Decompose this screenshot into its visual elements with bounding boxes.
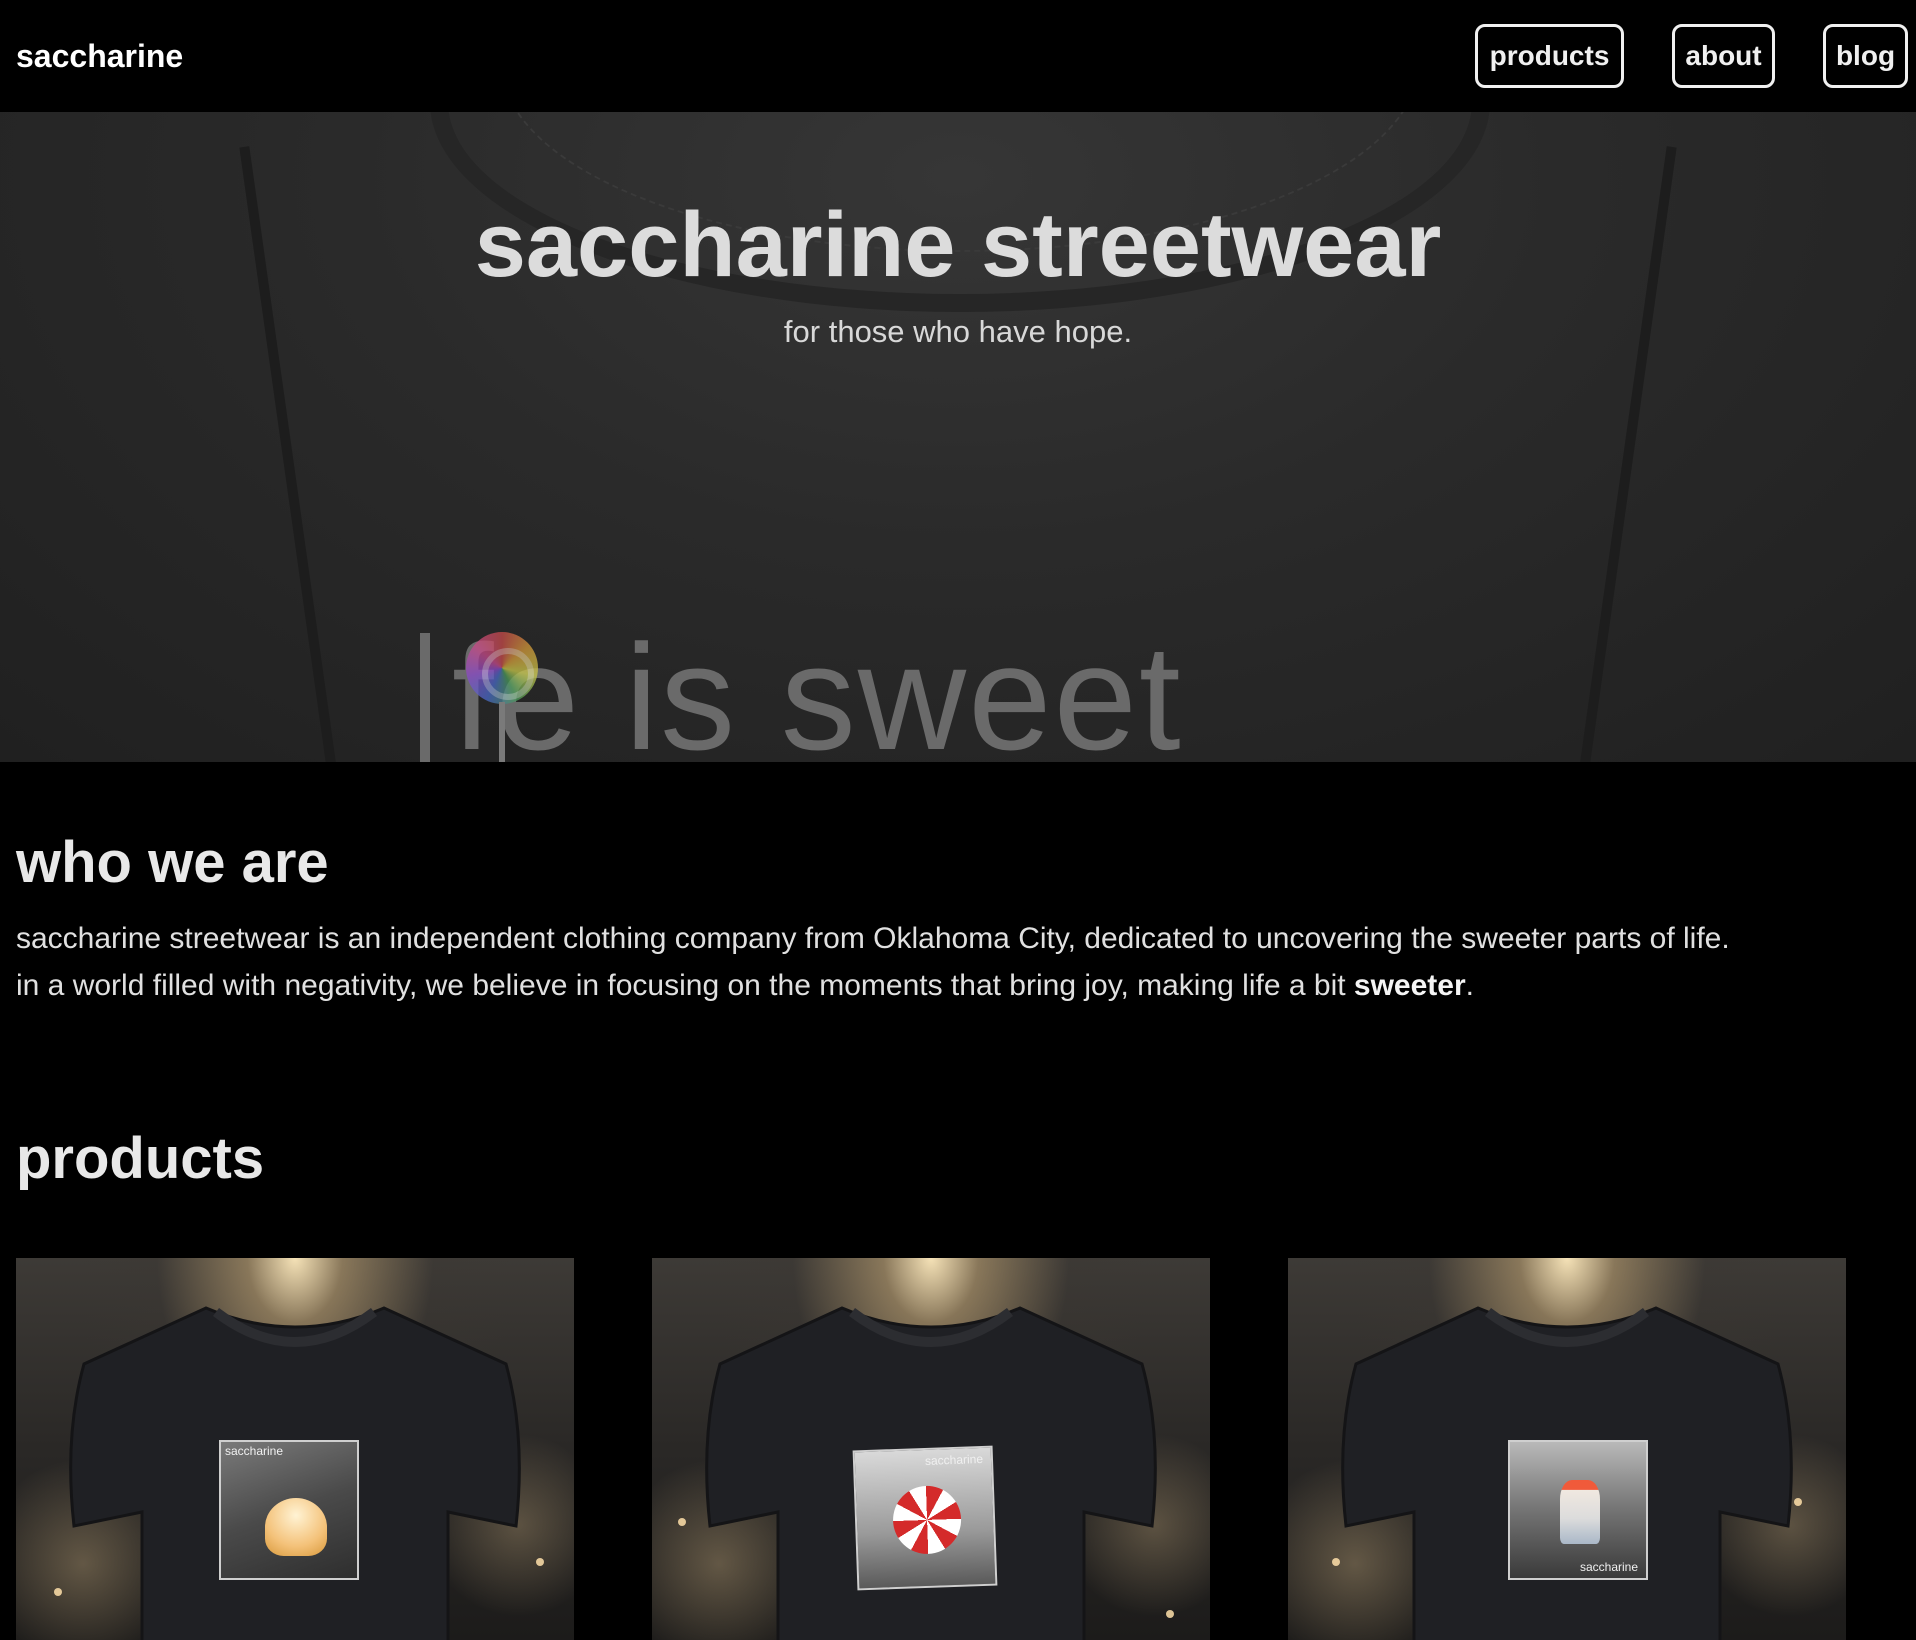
sundae-icon: [1560, 1480, 1600, 1544]
brand-logo[interactable]: saccharine: [16, 36, 183, 76]
nav-blog-button[interactable]: blog: [1823, 24, 1908, 88]
shirt-design-print: saccharine: [1508, 1440, 1648, 1580]
shirt-print-text: fe is sweet: [420, 612, 1420, 762]
cake-icon: [265, 1498, 327, 1556]
product-card[interactable]: saccharine: [1288, 1258, 1846, 1640]
about-text-bold: sweeter: [1353, 969, 1466, 1002]
design-label: saccharine: [225, 1444, 284, 1458]
sparkle-decoration: [536, 1558, 544, 1566]
sparkle-decoration: [1166, 1610, 1174, 1618]
print-letter-l: [420, 633, 430, 762]
product-card[interactable]: saccharine: [652, 1258, 1210, 1640]
about-text-line1: saccharine streetwear is an independent …: [16, 922, 1730, 955]
hero-title: saccharine streetwear: [474, 194, 1442, 296]
design-label: saccharine: [924, 1451, 984, 1468]
nav-products-button[interactable]: products: [1475, 24, 1624, 88]
sparkle-decoration: [1332, 1558, 1340, 1566]
about-text-line2: in a world filled with negativity, we be…: [16, 969, 1354, 1002]
about-text-end: .: [1465, 969, 1474, 1002]
top-nav: saccharine products about blog: [0, 0, 1916, 112]
design-label: saccharine: [1579, 1560, 1638, 1574]
product-card[interactable]: saccharine: [16, 1258, 574, 1640]
sparkle-decoration: [54, 1588, 62, 1596]
shirt-design-print: saccharine: [219, 1440, 359, 1580]
sparkle-decoration: [678, 1518, 686, 1526]
products-heading: products: [16, 1126, 265, 1191]
shirt-print-words: fe is sweet: [452, 613, 1183, 762]
lollipop-icon: [466, 632, 538, 704]
hero-banner: saccharine streetwear for those who have…: [0, 112, 1916, 762]
sparkle-decoration: [1794, 1498, 1802, 1506]
lollipop-stick: [499, 702, 505, 762]
hero-subtitle: for those who have hope.: [783, 314, 1133, 349]
nav-about-button[interactable]: about: [1672, 24, 1775, 88]
shirt-design-print: saccharine: [852, 1445, 998, 1591]
peppermint-icon: [891, 1484, 963, 1556]
who-we-are-heading: who we are: [16, 830, 329, 895]
about-paragraph: saccharine streetwear is an independent …: [16, 915, 1906, 1009]
